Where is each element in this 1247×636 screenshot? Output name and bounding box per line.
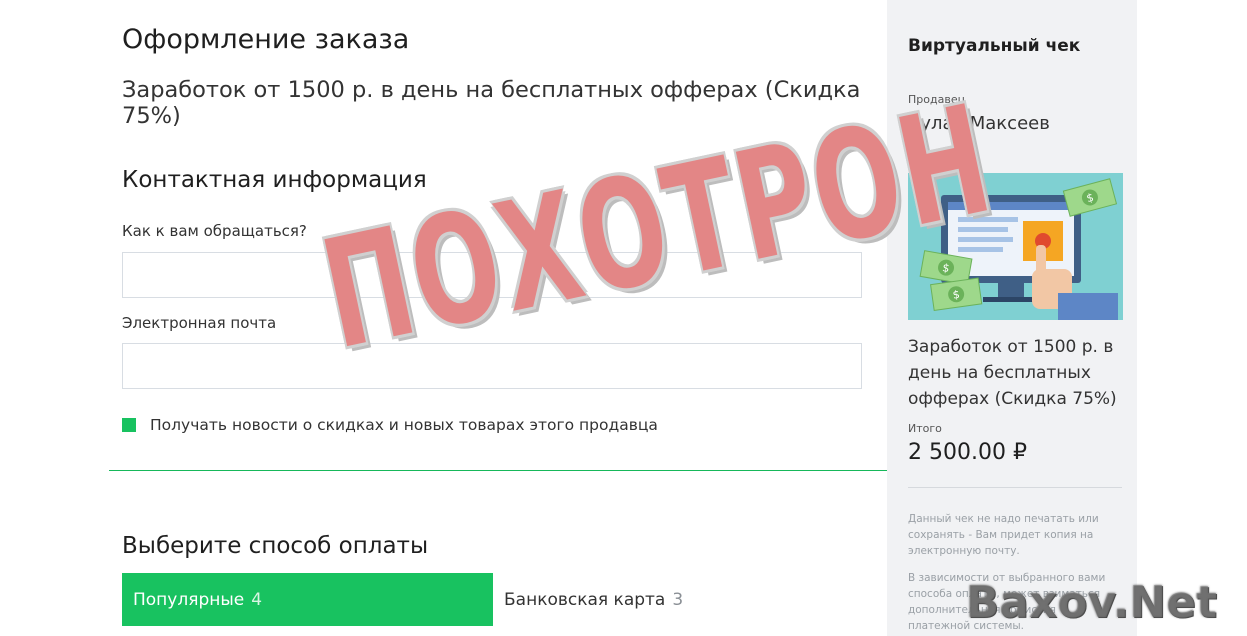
newsletter-label: Получать новости о скидках и новых товар… — [150, 416, 658, 434]
payment-section-title: Выберите способ оплаты — [122, 533, 429, 559]
newsletter-row[interactable]: Получать новости о скидках и новых товар… — [122, 416, 658, 434]
tab-bank-card-label: Банковская карта — [504, 589, 666, 610]
total-value: 2 500.00 ₽ — [908, 440, 1027, 465]
section-divider — [109, 470, 887, 471]
receipt-title: Виртуальный чек — [908, 36, 1081, 56]
seller-name: Булат Максеев — [908, 113, 1050, 134]
page-title: Оформление заказа — [122, 24, 410, 55]
product-image: $ $ $ — [908, 173, 1123, 320]
virtual-receipt: Виртуальный чек Продавец Булат Максеев Т… — [887, 0, 1137, 636]
email-label: Электронная почта — [122, 314, 277, 332]
product-label: Товар — [908, 153, 942, 166]
newsletter-checkbox[interactable] — [122, 418, 136, 432]
product-title: Заработок от 1500 р. в день на бесплатны… — [122, 77, 861, 129]
tab-popular-label: Популярные — [133, 589, 245, 610]
seller-label: Продавец — [908, 93, 966, 106]
tab-bank-card-count: 3 — [672, 589, 684, 610]
tab-popular[interactable]: Популярные 4 — [122, 573, 493, 626]
checkout-main: Оформление заказа Заработок от 1500 р. в… — [0, 0, 887, 636]
contact-section-title: Контактная информация — [122, 167, 427, 193]
name-input[interactable] — [122, 252, 862, 298]
total-label: Итого — [908, 422, 942, 435]
tab-bank-card[interactable]: Банковская карта 3 — [493, 573, 873, 626]
name-label: Как к вам обращаться? — [122, 222, 307, 240]
receipt-note-copy: Данный чек не надо печатать или сохранят… — [908, 513, 1099, 557]
receipt-note-commission: В зависимости от выбранного вами способа… — [908, 572, 1106, 632]
email-input[interactable] — [122, 343, 862, 389]
receipt-divider — [908, 487, 1122, 488]
receipt-product-name: Заработок от 1500 р. в день на бесплатны… — [908, 337, 1117, 409]
tab-popular-count: 4 — [251, 589, 263, 610]
